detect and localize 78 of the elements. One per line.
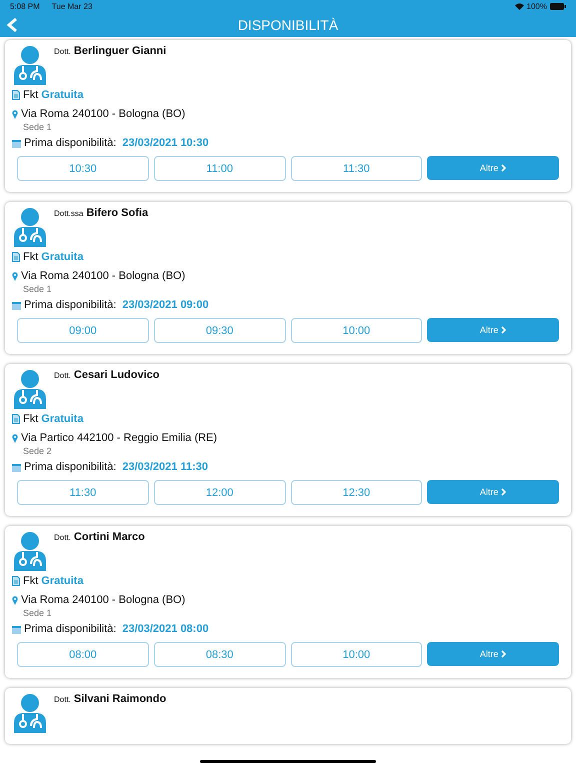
first-availability-date: 23/03/2021 11:30 [122,461,208,473]
document-icon [12,252,20,262]
time-slot-button[interactable]: 11:30 [290,156,422,181]
doctor-icon [12,531,48,571]
status-time: 5:08 PM [10,2,40,11]
doctor-name: Dott. Cesari Ludovico [54,369,160,383]
more-button[interactable]: Altre [427,318,559,342]
chevron-right-icon [501,164,506,172]
time-slot-button[interactable]: 10:00 [290,318,422,343]
chevron-right-icon [501,488,506,496]
service-price: Gratuita [41,251,84,263]
time-slot-button[interactable]: 09:00 [17,318,149,343]
service-label: Fkt [23,413,38,425]
time-slot-button[interactable]: 10:00 [290,642,422,667]
doctor-icon [12,45,48,85]
calendar-icon [12,300,21,310]
calendar-icon [12,138,21,148]
more-button[interactable]: Altre [427,642,559,666]
document-icon [12,576,20,586]
service-price: Gratuita [41,89,84,101]
address: Via Roma 240100 - Bologna (BO) [21,270,186,282]
wifi-icon [514,3,524,10]
doctor-card[interactable]: Dott. Cortini Marco Fkt Gratuita Via Roma 240100 - Bologna (BO) Sede 1 Prima disponibilità: 23/03/2021 08:00 08:00 08:30 10:00 Altre [5,526,571,678]
doctor-icon [12,207,48,247]
doctor-card[interactable]: Dott. Silvani Raimondo [5,688,571,744]
service-label: Fkt [23,575,38,587]
calendar-icon [12,624,21,634]
doctor-card[interactable]: Dott.ssa Bifero Sofia Fkt Gratuita Via Roma 240100 - Bologna (BO) Sede 1 Prima disponibilità: 23/03/2021 09:00 09:00 09:30 10:00 Altre [5,202,571,354]
status-date: Tue Mar 23 [52,2,92,11]
address: Via Roma 240100 - Bologna (BO) [21,594,186,606]
address: Via Roma 240100 - Bologna (BO) [21,108,186,120]
time-slot-button[interactable]: 08:00 [17,642,149,667]
document-icon [12,414,20,424]
more-button[interactable]: Altre [427,156,559,180]
first-availability-label: Prima disponibilità: [24,623,116,635]
service-price: Gratuita [41,575,84,587]
location-pin-icon [12,434,18,442]
time-slot-button[interactable]: 12:00 [154,480,286,505]
document-icon [12,90,20,100]
time-slot-button[interactable]: 09:30 [154,318,286,343]
time-slot-button[interactable]: 10:30 [17,156,149,181]
chevron-right-icon [501,650,506,658]
service-price: Gratuita [41,413,84,425]
doctor-name: Dott. Berlinguer Gianni [54,45,166,59]
first-availability-label: Prima disponibilità: [24,299,116,311]
battery-icon [550,3,566,10]
time-slot-button[interactable]: 08:30 [154,642,286,667]
page-title: DISPONIBILITÀ [238,17,338,33]
time-slot-button[interactable]: 11:00 [154,156,286,181]
doctor-name: Dott. Silvani Raimondo [54,693,166,707]
site-label: Sede 1 [23,284,53,294]
first-availability-date: 23/03/2021 10:30 [122,137,209,149]
site-label: Sede 2 [23,446,53,456]
first-availability-label: Prima disponibilità: [24,137,116,149]
site-label: Sede 1 [23,608,53,618]
doctor-icon [12,369,48,409]
location-pin-icon [12,272,18,280]
first-availability-date: 23/03/2021 08:00 [122,623,209,635]
doctor-card[interactable]: Dott. Cesari Ludovico Fkt Gratuita Via Partico 442100 - Reggio Emilia (RE) Sede 2 Prima disponibilità: 23/03/2021 11:30 11:30 12:00 12:30 Altre [5,364,571,516]
back-icon[interactable] [6,17,18,33]
calendar-icon [12,462,21,472]
location-pin-icon [12,596,18,604]
doctor-name: Dott.ssa Bifero Sofia [54,207,148,221]
location-pin-icon [12,110,18,118]
battery-percent: 100% [526,2,547,11]
more-button[interactable]: Altre [427,480,559,504]
time-slot-button[interactable]: 12:30 [290,480,422,505]
time-slot-button[interactable]: 11:30 [17,480,149,505]
doctor-icon [12,693,48,733]
doctor-name: Dott. Cortini Marco [54,531,145,545]
first-availability-label: Prima disponibilità: [24,461,116,473]
site-label: Sede 1 [23,122,53,132]
doctor-card[interactable]: Dott. Berlinguer Gianni Fkt Gratuita Via Roma 240100 - Bologna (BO) Sede 1 Prima disponibilità: 23/03/2021 10:30 10:30 11:00 11:30 Altre [5,40,571,192]
chevron-right-icon [501,326,506,334]
address: Via Partico 442100 - Reggio Emilia (RE) [21,432,218,444]
service-label: Fkt [23,251,38,263]
service-label: Fkt [23,89,38,101]
first-availability-date: 23/03/2021 09:00 [122,299,209,311]
